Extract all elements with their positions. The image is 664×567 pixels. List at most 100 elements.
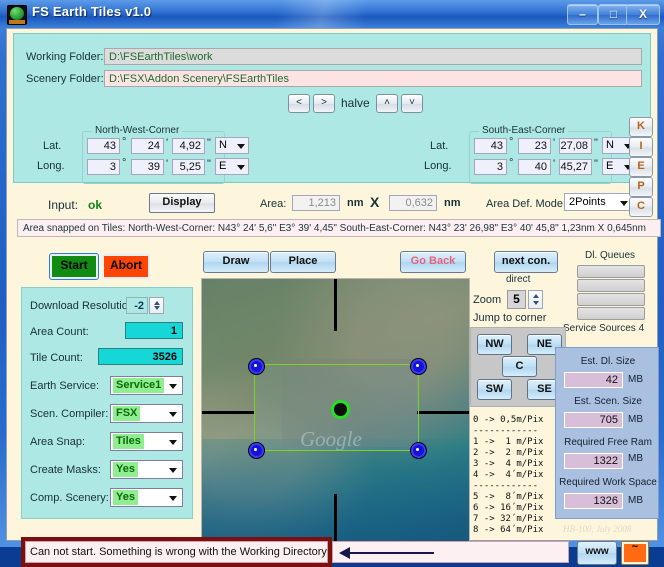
se-long-seconds-input[interactable]: 45,27 bbox=[559, 159, 592, 175]
nw-long-minute-symbol: ' bbox=[166, 158, 169, 170]
nw-lat-minute-symbol: ' bbox=[166, 137, 169, 149]
window-title: FS Earth Tiles v1.0 bbox=[32, 4, 152, 19]
area-snap-select[interactable]: Tiles bbox=[110, 432, 183, 451]
selection-handle-ne[interactable] bbox=[411, 359, 426, 374]
display-button[interactable]: Display bbox=[149, 193, 215, 213]
start-button[interactable]: Start bbox=[49, 253, 99, 280]
selection-handle-sw[interactable] bbox=[249, 443, 264, 458]
chevron-down-icon bbox=[169, 468, 177, 473]
nw-long-hemisphere-select[interactable]: E bbox=[215, 158, 249, 175]
dl-queue-bar-2 bbox=[577, 279, 645, 292]
halve-up-button[interactable]: ˄ bbox=[376, 94, 398, 113]
orange-tool-button[interactable] bbox=[621, 541, 649, 565]
minimize-button[interactable]: – bbox=[567, 4, 598, 25]
required-free-ram-label: Required Free Ram bbox=[564, 437, 652, 448]
required-free-ram-unit: MB bbox=[628, 453, 643, 464]
area-snap-value: Tiles bbox=[113, 434, 144, 449]
required-work-space-field: 1326 bbox=[564, 493, 623, 509]
nw-long-seconds-input[interactable]: 5,25 bbox=[172, 159, 205, 175]
se-lat-minute-symbol: ' bbox=[553, 137, 556, 149]
area-label: Area: bbox=[260, 198, 287, 210]
map-view[interactable]: Google bbox=[201, 278, 470, 547]
create-masks-select[interactable]: Yes bbox=[110, 460, 183, 479]
input-status-value: ok bbox=[88, 198, 103, 212]
working-folder-input[interactable]: D:\FSEarthTiles\work bbox=[104, 48, 642, 65]
abort-button[interactable]: Abort bbox=[102, 254, 150, 279]
nw-lat-seconds-input[interactable]: 4,92 bbox=[172, 138, 205, 154]
app-icon bbox=[7, 5, 27, 25]
selection-handle-se[interactable] bbox=[411, 443, 426, 458]
download-resolution-stepper[interactable] bbox=[149, 297, 164, 314]
scenery-folder-input[interactable]: D:\FSX\Addon Scenery\FSEarthTiles bbox=[104, 70, 642, 87]
crosshair-top bbox=[334, 279, 337, 331]
draw-button[interactable]: Draw bbox=[203, 251, 269, 273]
side-button-c[interactable]: C bbox=[629, 197, 653, 217]
maximize-icon: □ bbox=[609, 7, 618, 21]
side-button-i[interactable]: I bbox=[629, 137, 653, 157]
download-resolution-field[interactable]: -2 bbox=[126, 297, 148, 314]
working-folder-label: Working Folder: bbox=[26, 51, 104, 63]
comp-scenery-label: Comp. Scenery: bbox=[30, 492, 109, 504]
halve-down-button[interactable]: ˅ bbox=[401, 94, 423, 113]
side-button-k[interactable]: K bbox=[629, 117, 653, 137]
side-button-p[interactable]: P bbox=[629, 177, 653, 197]
earth-service-label: Earth Service: bbox=[30, 380, 100, 392]
est-scen-size-field: 705 bbox=[564, 412, 623, 428]
scen-compiler-value: FSX bbox=[113, 406, 141, 421]
stepper-up-icon bbox=[154, 301, 160, 305]
nw-lat-hemisphere-value: N bbox=[219, 139, 227, 151]
nw-lat-minutes-input[interactable]: 24 bbox=[131, 138, 164, 154]
zoom-stepper[interactable] bbox=[528, 290, 543, 309]
nw-lat-degrees-input[interactable]: 43 bbox=[87, 138, 120, 154]
se-long-degree-symbol: ° bbox=[509, 157, 514, 169]
nw-lat-label: Lat. bbox=[43, 140, 62, 152]
earth-service-select[interactable]: Service1 bbox=[110, 376, 183, 395]
client-area: Working Folder: D:\FSEarthTiles\work Sce… bbox=[6, 28, 661, 567]
est-dl-size-field: 42 bbox=[564, 372, 623, 388]
dl-queue-bar-1 bbox=[577, 265, 645, 278]
area-def-mode-select[interactable]: 2Points bbox=[564, 193, 634, 211]
se-lat-minutes-input[interactable]: 23 bbox=[518, 138, 551, 154]
www-button[interactable]: www bbox=[577, 541, 617, 565]
next-connection-button[interactable]: next con. bbox=[494, 251, 558, 273]
go-back-button[interactable]: Go Back bbox=[400, 251, 466, 273]
selection-handle-nw[interactable] bbox=[249, 359, 264, 374]
se-long-degrees-input[interactable]: 3 bbox=[474, 159, 507, 175]
se-long-label: Long. bbox=[424, 160, 452, 172]
place-button[interactable]: Place bbox=[270, 251, 336, 273]
nw-long-minutes-input[interactable]: 39 bbox=[131, 159, 164, 175]
comp-scenery-select[interactable]: Yes bbox=[110, 488, 183, 507]
north-west-corner-legend: North-West-Corner bbox=[92, 125, 183, 136]
se-long-minutes-input[interactable]: 40 bbox=[518, 159, 551, 175]
dl-queue-bar-3 bbox=[577, 293, 645, 306]
chevron-down-icon bbox=[237, 165, 245, 170]
jump-nw-button[interactable]: NW bbox=[477, 334, 512, 355]
se-lat-second-symbol: " bbox=[594, 137, 598, 149]
nw-long-degrees-input[interactable]: 3 bbox=[87, 159, 120, 175]
jump-center-button[interactable]: C bbox=[502, 356, 537, 377]
se-lat-seconds-input[interactable]: 27,08 bbox=[559, 138, 592, 154]
stepper-down-icon bbox=[533, 301, 539, 305]
scenery-folder-label: Scenery Folder: bbox=[26, 73, 104, 85]
side-button-e[interactable]: E bbox=[629, 157, 653, 177]
attention-arrow-area bbox=[332, 541, 569, 563]
close-button[interactable]: X bbox=[626, 4, 660, 25]
maximize-button[interactable]: □ bbox=[598, 4, 629, 25]
zoom-value-field[interactable]: 5 bbox=[507, 290, 526, 309]
south-east-corner-group: South-East-Corner Lat. 43 ° 23 ' 27,08 "… bbox=[424, 125, 636, 184]
comp-scenery-value: Yes bbox=[113, 490, 138, 505]
selection-center-marker[interactable] bbox=[331, 400, 350, 419]
zoom-label: Zoom bbox=[473, 294, 502, 306]
halve-left-button[interactable]: < bbox=[288, 94, 310, 113]
jump-sw-button[interactable]: SW bbox=[477, 379, 512, 400]
error-frame: Can not start. Something is wrong with t… bbox=[21, 537, 332, 567]
se-lat-degree-symbol: ° bbox=[509, 136, 514, 148]
required-work-space-unit: MB bbox=[628, 495, 643, 506]
service-sources-label: Service Sources 4 bbox=[563, 323, 645, 334]
nw-long-second-symbol: " bbox=[207, 158, 211, 170]
halve-right-button[interactable]: > bbox=[313, 94, 335, 113]
scen-compiler-select[interactable]: FSX bbox=[110, 404, 183, 423]
se-lat-degrees-input[interactable]: 43 bbox=[474, 138, 507, 154]
nw-lat-hemisphere-select[interactable]: N bbox=[215, 137, 249, 154]
settings-panel: Download Resolution: Area Count: Tile Co… bbox=[21, 287, 193, 519]
